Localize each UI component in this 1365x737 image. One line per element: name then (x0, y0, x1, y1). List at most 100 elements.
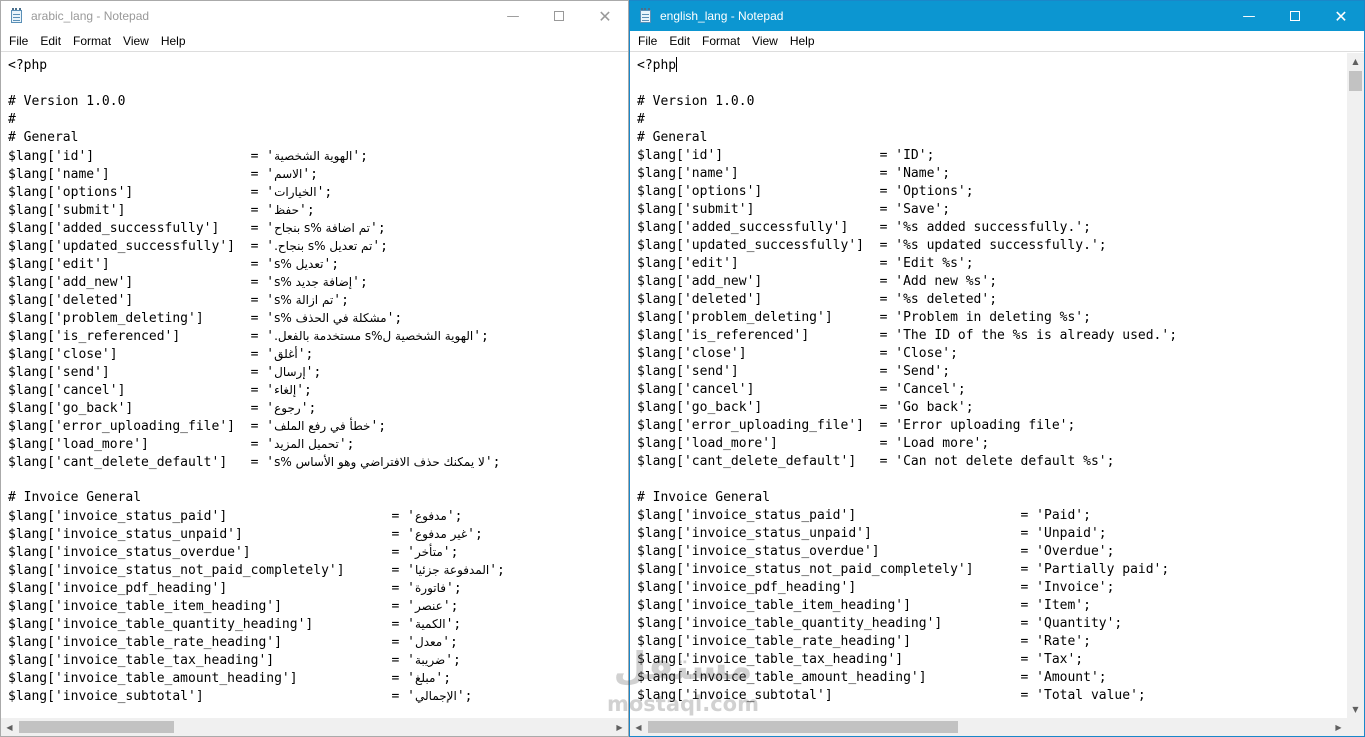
menu-view[interactable]: View (746, 31, 784, 52)
code-text: $lang['go_back'] = ' (8, 401, 275, 416)
arabic-string: لا يمكنك حذف الافتراضي وهو الأساس %s (274, 455, 485, 469)
horizontal-scroll-thumb[interactable] (648, 721, 958, 733)
notepad-window-arabic[interactable]: arabic_lang - Notepad — ✕ File Edit Form… (0, 0, 629, 737)
scroll-up-icon[interactable]: ▲ (1347, 53, 1364, 70)
code-text: # Invoice General (8, 490, 142, 505)
title-bar[interactable]: arabic_lang - Notepad — ✕ (1, 1, 628, 31)
minimize-button[interactable]: — (490, 1, 536, 31)
arabic-string: متأخر (415, 545, 443, 559)
scroll-left-icon[interactable]: ◀ (630, 718, 647, 736)
scroll-left-icon[interactable]: ◀ (1, 718, 18, 736)
code-line: # General (8, 129, 505, 147)
code-line: $lang['updated_successfully'] = 'تم تعدي… (8, 237, 505, 255)
code-text: $lang['invoice_status_unpaid'] = ' (8, 527, 415, 542)
maximize-button[interactable] (1272, 1, 1318, 31)
horizontal-scrollbar[interactable]: ◀ ▶ (630, 718, 1347, 736)
code-text: $lang['updated_successfully'] = '%s upda… (637, 238, 1107, 253)
menu-edit[interactable]: Edit (663, 31, 696, 52)
code-line: $lang['error_uploading_file'] = 'خطأ في … (8, 417, 505, 435)
vertical-scroll-thumb[interactable] (1349, 71, 1362, 91)
text-editor[interactable]: <?php # Version 1.0.0 # # General $lang['id'… (1, 53, 628, 718)
close-button[interactable]: ✕ (582, 1, 628, 31)
menu-view[interactable]: View (117, 31, 155, 52)
code-text: $lang['name'] = 'Name'; (637, 166, 951, 181)
arabic-string: إلغاء (274, 383, 297, 397)
scroll-right-icon[interactable]: ▶ (1330, 718, 1347, 736)
menu-help[interactable]: Help (784, 31, 821, 52)
arabic-string: خطأ في رفع الملف (274, 419, 371, 433)
arabic-string: الهوية الشخصية (274, 149, 353, 163)
menu-format[interactable]: Format (67, 31, 117, 52)
minimize-button[interactable]: — (1226, 1, 1272, 31)
code-text: '; (302, 167, 318, 182)
horizontal-scrollbar[interactable]: ◀ ▶ (1, 718, 628, 736)
code-line: $lang['cant_delete_default'] = 'Can not … (637, 453, 1177, 471)
menu-edit[interactable]: Edit (34, 31, 67, 52)
code-line: $lang['options'] = 'الخيارات'; (8, 183, 505, 201)
code-text: $lang['go_back'] = 'Go back'; (637, 400, 974, 415)
code-text: $lang['load_more'] = ' (8, 437, 275, 452)
close-button[interactable]: ✕ (1318, 1, 1364, 31)
code-line: $lang['name'] = 'الاسم'; (8, 165, 505, 183)
window-title: english_lang - Notepad (660, 9, 784, 23)
code-text: $lang['invoice_status_unpaid'] = 'Unpaid… (637, 526, 1107, 541)
code-text: # General (8, 130, 79, 145)
arabic-string: تم تعديل %s بنجاح. (274, 239, 373, 253)
arabic-string: مدفوع (415, 509, 447, 523)
code-text: $lang['cancel'] = 'Cancel'; (637, 382, 966, 397)
scroll-right-icon[interactable]: ▶ (611, 718, 628, 736)
code-text: '; (473, 329, 489, 344)
arabic-string: تحميل المزيد (274, 437, 339, 451)
code-text: $lang['deleted'] = ' (8, 293, 275, 308)
menu-help[interactable]: Help (155, 31, 192, 52)
horizontal-scroll-thumb[interactable] (19, 721, 174, 733)
code-line: $lang['add_new'] = 'Add new %s'; (637, 273, 1177, 291)
code-text: $lang['invoice_status_not_paid_completel… (637, 562, 1170, 577)
code-line: $lang['invoice_table_rate_heading'] = 'R… (637, 633, 1177, 651)
code-text: '; (442, 635, 458, 650)
menu-file[interactable]: File (632, 31, 663, 52)
arabic-string: تعديل %s (274, 257, 324, 271)
vertical-scrollbar[interactable]: ▲ ▼ (1347, 53, 1364, 718)
code-text: '; (333, 293, 349, 308)
code-text: $lang['invoice_subtotal'] = ' (8, 689, 415, 704)
text-editor[interactable]: <?php # Version 1.0.0 # # General $lang['id'… (630, 53, 1347, 718)
notepad-window-english[interactable]: english_lang - Notepad — ✕ File Edit For… (629, 0, 1365, 737)
code-line: $lang['is_referenced'] = 'الهوية الشخصية… (8, 327, 505, 345)
code-line: $lang['updated_successfully'] = '%s upda… (637, 237, 1177, 255)
code-line: $lang['send'] = 'Send'; (637, 363, 1177, 381)
code-text: $lang['send'] = ' (8, 365, 275, 380)
code-text: '; (446, 509, 463, 524)
menu-file[interactable]: File (3, 31, 34, 52)
maximize-button[interactable] (536, 1, 582, 31)
code-text: $lang['added_successfully'] = '%s added … (637, 220, 1091, 235)
code-text: $lang['invoice_status_not_paid_completel… (8, 563, 415, 578)
code-line: $lang['invoice_subtotal'] = 'Total value… (637, 687, 1177, 705)
editor-content: <?php # Version 1.0.0 # # General $lang['id'… (637, 57, 1177, 705)
scrollbar-corner (1347, 718, 1364, 736)
code-text: '; (338, 437, 355, 452)
code-text: '; (435, 671, 452, 686)
menu-format[interactable]: Format (696, 31, 746, 52)
code-text: '; (446, 581, 462, 596)
code-line: $lang['invoice_status_paid'] = 'Paid'; (637, 507, 1177, 525)
code-text: # (637, 112, 645, 127)
code-text: $lang['added_successfully'] = ' (8, 221, 275, 236)
code-text: $lang['send'] = 'Send'; (637, 364, 951, 379)
code-line: # (637, 111, 1177, 129)
title-bar[interactable]: english_lang - Notepad — ✕ (630, 1, 1364, 31)
arabic-string: أغلق (274, 347, 298, 361)
code-text: $lang['id'] = 'ID'; (637, 148, 935, 163)
code-text: '; (299, 203, 315, 218)
scroll-down-icon[interactable]: ▼ (1347, 701, 1364, 718)
code-line: $lang['invoice_table_amount_heading'] = … (637, 669, 1177, 687)
code-text: $lang['submit'] = 'Save'; (637, 202, 951, 217)
code-line: $lang['invoice_table_tax_heading'] = 'Ta… (637, 651, 1177, 669)
code-line: $lang['invoice_table_tax_heading'] = 'ضر… (8, 651, 505, 669)
code-text: $lang['invoice_table_tax_heading'] = ' (8, 653, 415, 668)
code-line: $lang['invoice_status_not_paid_completel… (637, 561, 1177, 579)
code-text: $lang['invoice_table_amount_heading'] = … (637, 670, 1107, 685)
code-text: '; (445, 653, 461, 668)
code-line: $lang['id'] = 'ID'; (637, 147, 1177, 165)
